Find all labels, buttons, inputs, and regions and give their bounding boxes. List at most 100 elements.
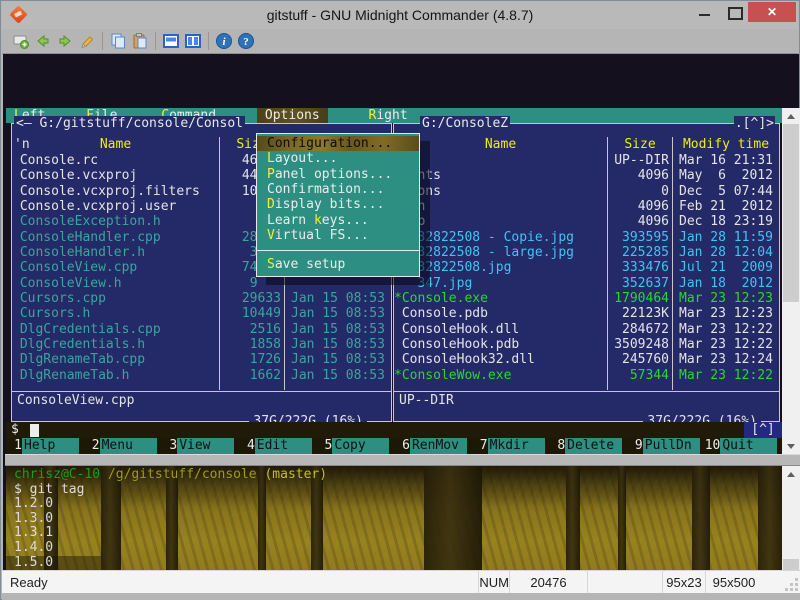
fkey-button[interactable]: 5 Copy <box>316 438 394 454</box>
minimize-button[interactable] <box>690 2 719 22</box>
file-mtime: Jan 15 08:53 <box>285 306 391 321</box>
info-icon: i <box>215 32 233 50</box>
split-horizontal-button[interactable] <box>160 31 182 51</box>
fkey-label: PullDn <box>643 438 700 454</box>
file-row[interactable]: h 4096 Feb 21 2012 <box>394 199 779 214</box>
fkey-button[interactable]: 2 Menu <box>84 438 162 454</box>
menu-item[interactable] <box>257 243 419 251</box>
fkey-number: 10 <box>704 438 720 454</box>
file-name: h <box>394 199 607 214</box>
scroll-up-button[interactable] <box>782 466 800 482</box>
help-button[interactable]: ? <box>235 31 257 51</box>
file-row[interactable]: ConsoleHook.pdb 3509248 Mar 23 12:22 <box>394 337 779 352</box>
mc-scrollbar[interactable] <box>782 108 800 454</box>
file-name: Console.vcxproj <box>12 168 219 183</box>
file-mtime: Mar 23 12:23 <box>673 306 779 321</box>
menu-item[interactable]: Layout... <box>257 151 419 166</box>
menu-item[interactable]: Confirmation... <box>257 182 419 197</box>
file-mtime: Dec 5 07:44 <box>673 184 779 199</box>
menu-item[interactable]: Configuration... <box>257 136 419 151</box>
window-bottom-edge <box>2 593 800 600</box>
file-name: 32822508 - Copie.jpg <box>394 230 607 245</box>
file-name: DlgRenameTab.cpp <box>12 352 219 367</box>
panels-toggle[interactable]: [^] <box>744 422 782 438</box>
status-segment: 20476 <box>509 571 587 594</box>
close-button[interactable] <box>748 2 796 22</box>
file-size: 1662 <box>219 368 285 383</box>
edit-button[interactable] <box>76 31 98 51</box>
terminal-line: 1.3.0 <box>14 512 782 527</box>
file-name: *Console.exe <box>394 291 607 306</box>
fkey-button[interactable]: 8 Delete <box>549 438 627 454</box>
file-row[interactable]: b 4096 Dec 18 23:19 <box>394 214 779 229</box>
scroll-down-button[interactable] <box>782 438 800 454</box>
pane-splitter[interactable] <box>5 454 800 466</box>
file-size: 333476 <box>607 260 673 275</box>
file-size: 0 <box>607 184 673 199</box>
file-row[interactable]: *Console.exe 1790464 Mar 23 12:23 <box>394 291 779 306</box>
file-row[interactable]: *ConsoleWow.exe 57344 Mar 23 12:22 <box>394 368 779 383</box>
right-file-list: UP--DIR Mar 16 21:31 nts 4096 May 6 2012… <box>394 153 779 390</box>
fkey-number: 7 <box>472 438 488 454</box>
file-size: 4096 <box>607 199 673 214</box>
file-name: 32822508 - large.jpg <box>394 245 607 260</box>
fkey-button[interactable]: 1 Help <box>6 438 84 454</box>
file-row[interactable]: ConsoleView.h 9 <box>12 276 391 291</box>
menu-item[interactable]: Learn keys... <box>257 213 419 228</box>
file-size: 22123K <box>607 306 673 321</box>
file-row[interactable]: Cursors.h 10449 Jan 15 08:53 <box>12 306 391 321</box>
file-row[interactable]: DlgCredentials.h 1858 Jan 15 08:53 <box>12 337 391 352</box>
file-row[interactable]: ConsoleHook32.dll 245760 Mar 23 12:24 <box>394 352 779 367</box>
fkey-number: 2 <box>84 438 100 454</box>
file-name: DlgCredentials.cpp <box>12 322 219 337</box>
resize-grip[interactable] <box>786 579 798 591</box>
scrollbar-thumb[interactable] <box>783 124 799 302</box>
command-line[interactable]: $ [^] <box>6 422 782 438</box>
split-vertical-button[interactable] <box>182 31 204 51</box>
fkey-button[interactable]: 7 Mkdir <box>472 438 550 454</box>
menu-item[interactable]: Virtual FS... <box>257 228 419 243</box>
file-row[interactable]: 32822508 - Copie.jpg 393595 Jan 28 11:59 <box>394 230 779 245</box>
navigate-forward-button[interactable] <box>54 31 76 51</box>
menubar-item[interactable]: Options <box>257 108 328 123</box>
titlebar[interactable]: gitstuff - GNU Midnight Commander (4.8.7… <box>2 1 798 29</box>
file-row[interactable]: DlgRenameTab.h 1662 Jan 15 08:53 <box>12 368 391 383</box>
toolbar-separator <box>155 32 156 50</box>
file-mtime: Jan 15 08:53 <box>285 352 391 367</box>
options-menu: Configuration... Layout... Panel options… <box>256 133 420 277</box>
file-row[interactable]: Console.pdb 22123K Mar 23 12:23 <box>394 306 779 321</box>
new-console-button[interactable] <box>10 31 32 51</box>
navigate-back-button[interactable] <box>32 31 54 51</box>
file-row[interactable]: DlgCredentials.cpp 2516 Jan 15 08:53 <box>12 322 391 337</box>
copy-button[interactable] <box>107 31 129 51</box>
file-row[interactable]: 347.jpg 352637 Jan 18 2012 <box>394 276 779 291</box>
fkey-button[interactable]: 4 Edit <box>239 438 317 454</box>
file-row[interactable]: nts 4096 May 6 2012 <box>394 168 779 183</box>
shell-prompt: $ <box>6 422 19 437</box>
fkey-button[interactable]: 10 Quit <box>704 438 782 454</box>
file-row[interactable]: DlgRenameTab.cpp 1726 Jan 15 08:53 <box>12 352 391 367</box>
maximize-button[interactable] <box>719 2 748 22</box>
file-row[interactable]: Cursors.cpp 29633 Jan 15 08:53 <box>12 291 391 306</box>
toolbar-separator <box>208 32 209 50</box>
menubar-item[interactable]: Right <box>361 108 416 123</box>
info-button[interactable]: i <box>213 31 235 51</box>
scroll-up-button[interactable] <box>782 108 800 124</box>
file-row[interactable]: ConsoleHook.dll 284672 Mar 23 12:22 <box>394 322 779 337</box>
file-row[interactable]: UP--DIR Mar 16 21:31 <box>394 153 779 168</box>
menu-item[interactable]: Display bits... <box>257 197 419 212</box>
fkey-button[interactable]: 9 PullDn <box>627 438 705 454</box>
left-panel-path[interactable]: <— G:/gitstuff/console/Consol <box>14 116 245 131</box>
file-row[interactable]: 32822508 - large.jpg 225285 Jan 28 12:04 <box>394 245 779 260</box>
right-panel-path[interactable]: G:/ConsoleZ <box>420 116 510 131</box>
fkey-button[interactable]: 3 View <box>161 438 239 454</box>
fkey-button[interactable]: 6 RenMov <box>394 438 472 454</box>
file-row[interactable]: ons 0 Dec 5 07:44 <box>394 184 779 199</box>
menu-item[interactable]: Save setup <box>257 257 419 272</box>
file-name: ConsoleHook32.dll <box>394 352 607 367</box>
paste-button[interactable] <box>129 31 151 51</box>
menu-item[interactable]: Panel options... <box>257 167 419 182</box>
file-row[interactable]: 32822508.jpg 333476 Jul 21 2009 <box>394 260 779 275</box>
sort-indicator[interactable]: 'n <box>14 137 30 153</box>
panel-up-button[interactable]: .[^]> <box>734 116 775 131</box>
